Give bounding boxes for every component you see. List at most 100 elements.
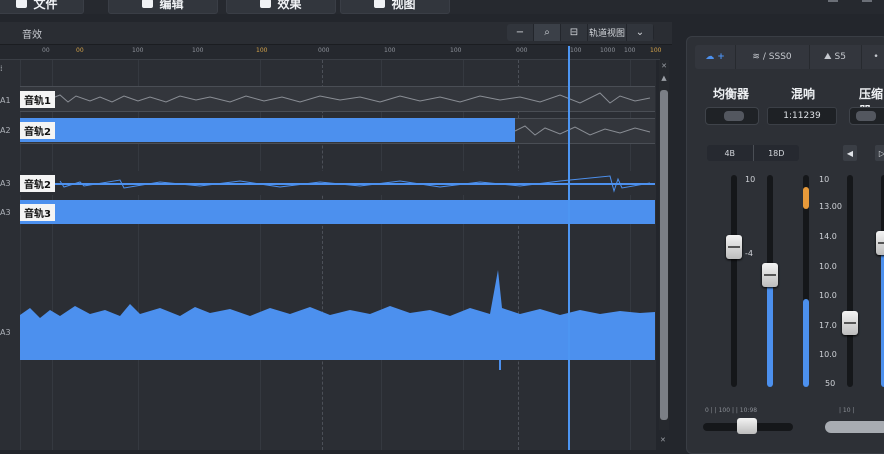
audio-clip[interactable]: 音轨3 bbox=[20, 200, 655, 224]
prev-button[interactable]: ◀ bbox=[843, 145, 857, 161]
track-view-button[interactable]: 轨道视图 bbox=[588, 24, 627, 41]
clip-name: 音轨2 bbox=[20, 122, 55, 139]
mix-fader-peak[interactable] bbox=[803, 187, 809, 209]
comp-fader-handle[interactable] bbox=[842, 311, 858, 335]
close-icon[interactable]: ✕ bbox=[660, 436, 666, 444]
clip-name: 音轨1 bbox=[20, 91, 55, 108]
zoom-icon: ⌕ bbox=[544, 27, 550, 38]
row-label: A2 bbox=[0, 126, 11, 135]
row-label: A3 bbox=[0, 328, 11, 337]
ruler-tick-label: 1000 bbox=[600, 47, 616, 54]
reverb-readout[interactable]: 1:11239 bbox=[767, 107, 837, 125]
edit-icon bbox=[142, 0, 154, 8]
maximize-icon[interactable] bbox=[862, 0, 872, 2]
ruler-tick-label: 100 bbox=[256, 47, 268, 54]
right-scale: 50 bbox=[825, 379, 836, 388]
ruler-tick-label: 100 bbox=[132, 47, 144, 54]
menu-effects[interactable]: 效果 bbox=[226, 0, 336, 14]
fader-scale: 10 bbox=[745, 175, 756, 184]
close-icon[interactable]: ✕ bbox=[660, 62, 668, 70]
next-button[interactable]: ▷ bbox=[875, 145, 884, 161]
tab-cloud[interactable]: ☁ + bbox=[695, 45, 736, 69]
row-label: A3 bbox=[0, 208, 11, 217]
effects-panel: ☁ + ≋ / SSS0 ⛰ S5 • 均衡器 混响 压缩器 1:11239 4… bbox=[686, 36, 884, 454]
vertical-scrollbar[interactable]: ✕ ▲ bbox=[659, 60, 669, 430]
file-icon bbox=[16, 0, 28, 8]
track-area[interactable]: ⁞ A1 A2 A3 A3 A3 音轨1 音轨2 音轨2 音轨3 bbox=[0, 60, 656, 450]
track-toolbar: 音效 − ⌕ ⊟ 轨道视图 ⌄ bbox=[0, 22, 672, 45]
ruler-tick-label: 100 bbox=[384, 47, 396, 54]
segment-option[interactable]: 4B bbox=[707, 145, 754, 161]
track-view-label: 轨道视图 bbox=[588, 29, 625, 39]
audio-clip[interactable]: 音轨2 bbox=[20, 118, 515, 142]
tab-label: S5 bbox=[834, 52, 846, 62]
ruler-tick-label: 100 bbox=[624, 47, 636, 54]
compressor-toggle[interactable] bbox=[849, 107, 884, 125]
menu-file[interactable]: 文件 bbox=[0, 0, 84, 14]
menu-edit[interactable]: 编辑 bbox=[108, 0, 218, 14]
right-scale: 10.0 bbox=[819, 350, 837, 359]
menu-bar: 文件 编辑 效果 视图 bbox=[0, 0, 884, 14]
menu-file-label: 文件 bbox=[33, 0, 58, 11]
layout-button[interactable]: ⊟ bbox=[561, 24, 588, 41]
toolbar-section-label: 音效 bbox=[22, 30, 42, 41]
clip-name: 音轨3 bbox=[20, 204, 55, 221]
eq-fader-track[interactable] bbox=[731, 175, 737, 387]
tab-mountain[interactable]: ⛰ S5 bbox=[809, 45, 862, 69]
waveform bbox=[50, 175, 655, 193]
scrollbar-thumb[interactable] bbox=[660, 90, 668, 420]
mountain-icon: ⛰ bbox=[823, 52, 832, 62]
row-label: A3 bbox=[0, 179, 11, 188]
clip-name: 音轨2 bbox=[20, 175, 55, 192]
minimize-icon[interactable] bbox=[828, 0, 838, 2]
ruler-tick-label: 00 bbox=[42, 47, 50, 54]
section-equalizer: 均衡器 bbox=[713, 87, 750, 101]
segment-option[interactable]: 18D bbox=[754, 145, 800, 161]
menu-view[interactable]: 视图 bbox=[340, 0, 450, 14]
ruler-tick-label: 00 bbox=[76, 47, 84, 54]
wifi-icon: ≋ bbox=[752, 52, 760, 62]
eq-fader-handle[interactable] bbox=[726, 235, 742, 259]
bottom-scale: 0 | | 100 | | 10:98 bbox=[705, 407, 758, 414]
equalizer-toggle[interactable] bbox=[705, 107, 759, 125]
output-toggle[interactable] bbox=[825, 421, 884, 433]
chevron-down-icon: ⌄ bbox=[635, 27, 645, 38]
right-scale: 14.0 bbox=[819, 232, 837, 241]
menu-edit-label: 编辑 bbox=[159, 0, 184, 11]
chevron-up-icon[interactable]: ▲ bbox=[660, 74, 668, 82]
ruler-tick-label: 100 bbox=[650, 47, 662, 54]
ruler-tick-label: 000 bbox=[516, 47, 528, 54]
tab-label: / SSS0 bbox=[762, 52, 792, 62]
right-scale: 10.0 bbox=[819, 262, 837, 271]
minus-button[interactable]: − bbox=[507, 24, 534, 41]
tab-wifi[interactable]: ≋ / SSS0 bbox=[735, 45, 810, 69]
layout-icon: ⊟ bbox=[569, 27, 579, 38]
tab-more[interactable]: • bbox=[861, 45, 884, 69]
master-waveform[interactable] bbox=[20, 270, 660, 400]
right-scale: 10.0 bbox=[819, 291, 837, 300]
more-icon: • bbox=[873, 52, 879, 62]
cloud-icon: ☁ bbox=[705, 52, 715, 62]
audio-clip[interactable]: 音轨2 bbox=[20, 171, 655, 195]
waveform bbox=[49, 92, 651, 104]
mix-fader-fill bbox=[803, 299, 809, 387]
right-scale: 10 bbox=[819, 175, 830, 184]
ruler-tick-label: 000 bbox=[318, 47, 330, 54]
dropdown-button[interactable]: ⌄ bbox=[627, 24, 654, 41]
fader-scale: -4 bbox=[745, 249, 753, 258]
tab-label: + bbox=[717, 52, 725, 62]
timeline-ruler[interactable]: 00 00 100 100 100 000 100 100 000 100 1000 100 100 bbox=[0, 45, 662, 60]
row-label: A1 bbox=[0, 96, 11, 105]
track-header-marker: ⁞ bbox=[0, 64, 3, 73]
playhead[interactable] bbox=[568, 46, 570, 450]
pan-slider-handle[interactable] bbox=[737, 418, 757, 434]
gain-segment[interactable]: 4B 18D bbox=[707, 145, 799, 161]
right-scale: 13.00 bbox=[819, 202, 842, 211]
effects-tabs: ☁ + ≋ / SSS0 ⛰ S5 • bbox=[695, 45, 884, 69]
audio-clip[interactable]: 音轨1 bbox=[20, 86, 655, 112]
comp-fader-track[interactable] bbox=[847, 175, 853, 387]
zoom-button[interactable]: ⌕ bbox=[534, 24, 561, 41]
reverb-fader-fill bbox=[767, 277, 773, 387]
output-fader-handle[interactable] bbox=[876, 231, 884, 255]
reverb-fader-handle[interactable] bbox=[762, 263, 778, 287]
